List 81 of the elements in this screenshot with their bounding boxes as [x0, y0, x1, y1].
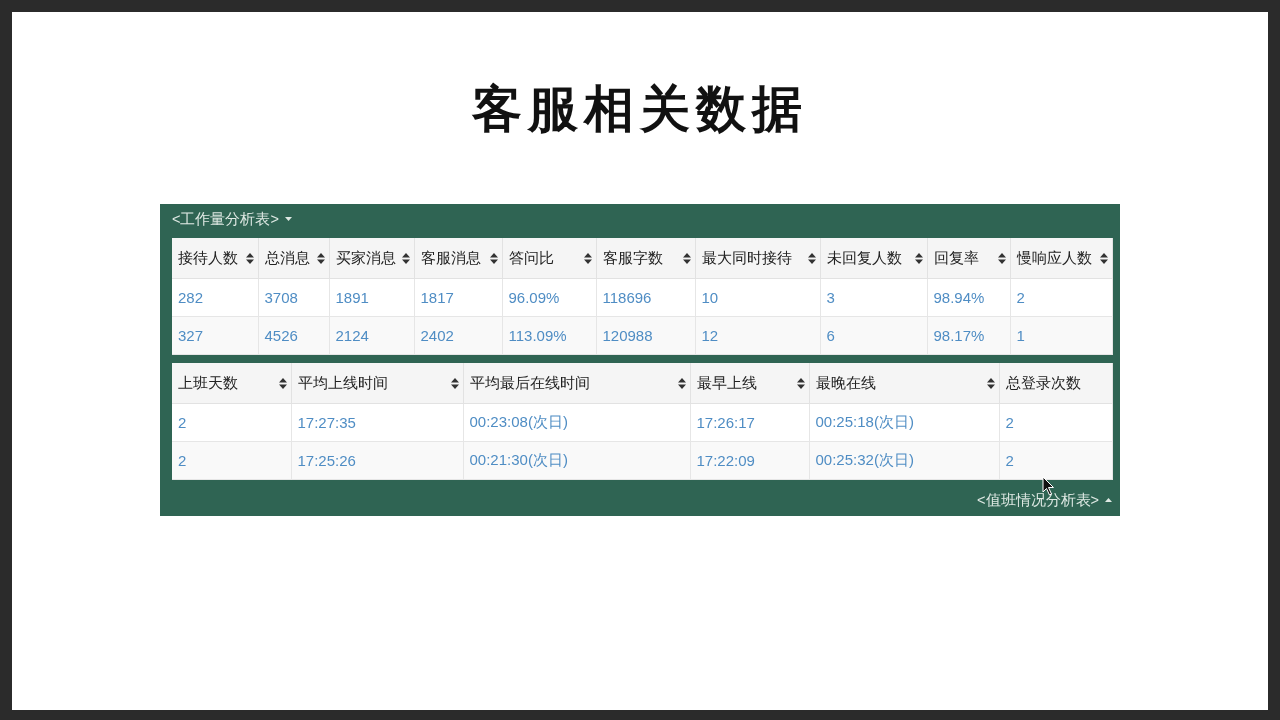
sort-icon[interactable] — [245, 252, 254, 264]
header-cell[interactable]: 最大同时接待 — [695, 238, 820, 279]
sort-icon[interactable] — [796, 377, 805, 389]
column-label: 平均上线时间 — [297, 373, 388, 393]
sort-icon[interactable] — [1099, 252, 1108, 264]
table-cell: 00:25:18(次日) — [809, 403, 999, 442]
column-label: 接待人数 — [178, 248, 238, 268]
column-label: 客服字数 — [602, 248, 663, 268]
sort-icon[interactable] — [401, 252, 410, 264]
column-label: 总登录次数 — [1005, 373, 1081, 393]
table-cell: 96.09% — [502, 278, 596, 317]
header-cell[interactable]: 未回复人数 — [820, 238, 927, 279]
table-cell: 17:22:09 — [690, 441, 809, 480]
sort-icon[interactable] — [278, 377, 287, 389]
table-cell: 00:21:30(次日) — [463, 441, 690, 480]
table-cell: 17:26:17 — [690, 403, 809, 442]
column-label: 买家消息 — [335, 248, 396, 268]
header-cell[interactable]: 买家消息 — [329, 238, 414, 279]
section-link[interactable]: <工作量分析表> — [172, 209, 279, 229]
sort-icon[interactable] — [489, 252, 498, 264]
table-cell: 4526 — [258, 316, 329, 355]
table-cell: 3708 — [258, 278, 329, 317]
sort-icon[interactable] — [583, 252, 592, 264]
table-cell: 327 — [172, 316, 258, 355]
column-label: 平均最后在线时间 — [469, 373, 590, 393]
table-cell: 98.94% — [927, 278, 1010, 317]
table-cell: 2 — [1010, 278, 1112, 317]
table-cell: 2 — [999, 441, 1112, 480]
column-label: 最早上线 — [696, 373, 757, 393]
column-label: 最晚在线 — [815, 373, 876, 393]
sort-icon[interactable] — [997, 252, 1006, 264]
table-cell: 00:25:32(次日) — [809, 441, 999, 480]
table-cell: 98.17% — [927, 316, 1010, 355]
column-label: 答问比 — [508, 248, 554, 268]
header-cell[interactable]: 客服字数 — [596, 238, 695, 279]
header-cell[interactable]: 平均上线时间 — [291, 363, 463, 404]
column-label: 总消息 — [264, 248, 310, 268]
sort-icon[interactable] — [807, 252, 816, 264]
column-label: 回复率 — [933, 248, 979, 268]
section-link[interactable]: <值班情况分析表> — [977, 490, 1099, 510]
header-cell[interactable]: 答问比 — [502, 238, 596, 279]
slide-title: 客服相关数据 — [472, 78, 808, 140]
column-label: 慢响应人数 — [1016, 248, 1092, 268]
table-cell: 282 — [172, 278, 258, 317]
sort-icon[interactable] — [316, 252, 325, 264]
column-label: 上班天数 — [178, 373, 238, 393]
sort-icon[interactable] — [986, 377, 995, 389]
table-cell: 10 — [695, 278, 820, 317]
table-cell: 2 — [999, 403, 1112, 442]
header-cell[interactable]: 上班天数 — [172, 363, 291, 404]
table-cell: 1891 — [329, 278, 414, 317]
header-cell[interactable]: 客服消息 — [414, 238, 502, 279]
header-cell[interactable]: 最晚在线 — [809, 363, 999, 404]
table-cell: 00:23:08(次日) — [463, 403, 690, 442]
table-cell: 1 — [1010, 316, 1112, 355]
table-cell: 118696 — [596, 278, 695, 317]
table-cell: 1817 — [414, 278, 502, 317]
table-cell: 113.09% — [502, 316, 596, 355]
column-label: 最大同时接待 — [701, 248, 792, 268]
header-cell[interactable]: 最早上线 — [690, 363, 809, 404]
table-cell: 17:27:35 — [291, 403, 463, 442]
table-cell: 2402 — [414, 316, 502, 355]
table-cell: 6 — [820, 316, 927, 355]
table-cell: 120988 — [596, 316, 695, 355]
header-cell[interactable]: 总消息 — [258, 238, 329, 279]
table-cell: 2 — [172, 441, 291, 480]
header-cell[interactable]: 回复率 — [927, 238, 1010, 279]
header-cell[interactable]: 平均最后在线时间 — [463, 363, 690, 404]
column-label: 客服消息 — [420, 248, 481, 268]
sort-icon[interactable] — [682, 252, 691, 264]
sort-icon[interactable] — [677, 377, 686, 389]
table-cell: 2124 — [329, 316, 414, 355]
table-cell: 3 — [820, 278, 927, 317]
sort-icon[interactable] — [450, 377, 459, 389]
table-cell: 17:25:26 — [291, 441, 463, 480]
header-cell[interactable]: 慢响应人数 — [1010, 238, 1112, 279]
sort-icon[interactable] — [914, 252, 923, 264]
column-label: 未回复人数 — [826, 248, 902, 268]
table-cell: 2 — [172, 403, 291, 442]
table-cell: 12 — [695, 316, 820, 355]
header-cell[interactable]: 接待人数 — [172, 238, 258, 279]
